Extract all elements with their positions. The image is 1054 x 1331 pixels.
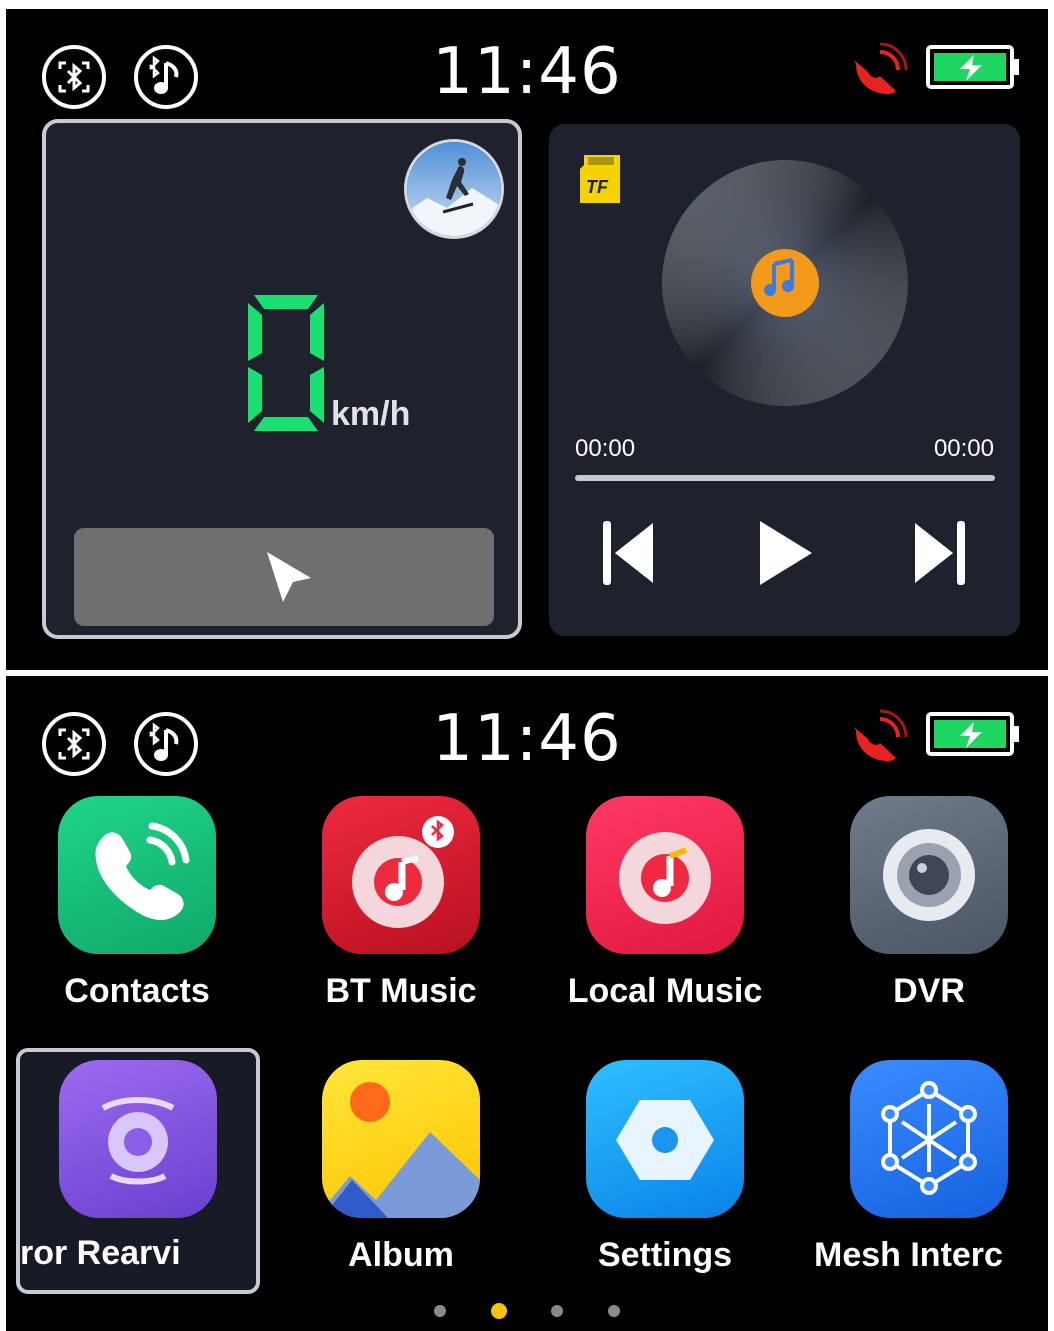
elapsed-time: 00:00 <box>575 435 636 462</box>
page-dot-4[interactable] <box>607 1304 620 1317</box>
rearview-camera-icon <box>59 1060 217 1218</box>
battery-charging-icon <box>926 45 1019 89</box>
page-indicator[interactable] <box>6 1302 1048 1320</box>
app-label: ror Rearvi <box>20 1234 181 1272</box>
camera-lens-icon <box>850 796 1008 954</box>
app-settings[interactable]: Settings <box>540 1060 790 1310</box>
home-screen: 11:46 km/h TF 00:00 00:00 <box>6 9 1048 670</box>
previous-icon[interactable] <box>599 517 659 589</box>
navigation-arrow-icon <box>267 552 311 602</box>
app-label: Contacts <box>64 972 210 1010</box>
mesh-intercom-icon <box>850 1060 1008 1218</box>
app-label: Mesh Interc <box>814 1236 1003 1274</box>
music-player-card[interactable]: TF 00:00 00:00 <box>549 124 1020 636</box>
navigation-button[interactable] <box>74 528 494 626</box>
vinyl-disc <box>662 160 908 406</box>
app-label: Settings <box>597 1236 733 1274</box>
album-icon <box>322 1060 480 1218</box>
local-music-icon <box>586 796 744 954</box>
play-icon[interactable] <box>754 517 814 589</box>
settings-icon <box>586 1060 744 1218</box>
app-rearview-mirror[interactable]: ror Rearvi <box>16 1048 260 1294</box>
battery-charging-icon <box>926 712 1019 756</box>
app-mesh-intercom[interactable]: Mesh Interc <box>804 1060 1048 1310</box>
signal-icon <box>854 42 908 94</box>
page-dot-3[interactable] <box>551 1304 564 1317</box>
app-label: DVR <box>893 972 965 1010</box>
app-local-music[interactable]: Local Music <box>540 796 790 1046</box>
app-label: Local Music <box>567 972 763 1010</box>
status-bar: 11:46 <box>6 676 1048 786</box>
app-bt-music[interactable]: BT Music <box>276 796 526 1046</box>
page-dot-1[interactable] <box>434 1304 447 1317</box>
tf-card-icon[interactable]: TF <box>580 151 624 207</box>
signal-icon <box>854 709 908 761</box>
speed-digit <box>248 295 324 431</box>
app-contacts[interactable]: Contacts <box>12 796 262 1046</box>
tf-label: TF <box>586 177 609 197</box>
playback-progress-bar[interactable] <box>575 475 995 481</box>
app-dvr[interactable]: DVR <box>804 796 1048 1046</box>
app-label: Album <box>348 1236 454 1274</box>
app-album[interactable]: Album <box>276 1060 526 1310</box>
total-time: 00:00 <box>933 435 994 462</box>
status-bar: 11:46 <box>6 9 1048 119</box>
bt-music-icon <box>322 796 480 954</box>
snowboarder-avatar-icon[interactable] <box>404 139 504 239</box>
next-icon[interactable] <box>909 517 969 589</box>
app-label: BT Music <box>325 972 477 1010</box>
phone-icon <box>58 796 216 954</box>
page-dot-2[interactable] <box>490 1302 507 1319</box>
speed-unit: km/h <box>331 395 411 433</box>
speedometer-card[interactable]: km/h <box>42 119 522 639</box>
apps-screen: 11:46 Contacts BT Music Local Music DVR … <box>6 676 1048 1331</box>
